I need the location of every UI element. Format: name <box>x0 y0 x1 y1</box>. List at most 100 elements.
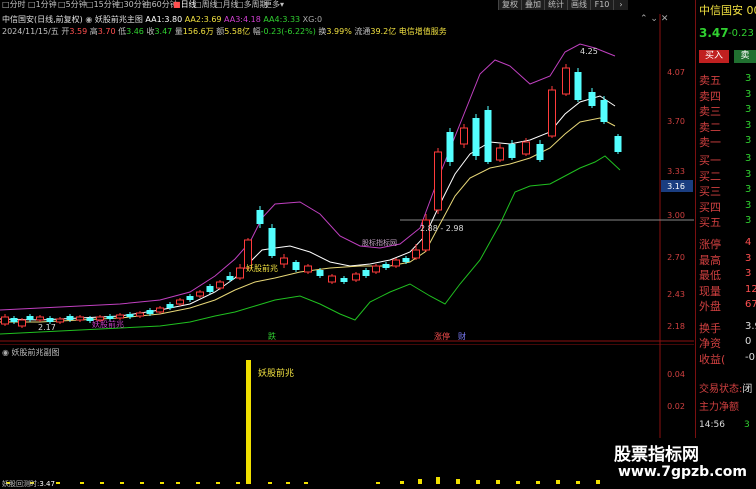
candle-body[interactable] <box>76 316 84 321</box>
candle-body[interactable] <box>36 316 44 321</box>
candle-body[interactable] <box>600 100 608 122</box>
candle-body[interactable] <box>522 141 530 155</box>
candle-body[interactable] <box>196 291 204 297</box>
candle-body[interactable] <box>536 144 544 160</box>
ask-1-value: 3 <box>745 135 752 146</box>
period-toolbar: □分时 □1分钟 □5分钟 □15分钟 □30分钟 □60分钟 ■日线 □周线 … <box>0 0 694 10</box>
candle-body[interactable] <box>574 72 582 100</box>
volume-subchart[interactable]: 0.04 0.02 妖股前兆 <box>0 344 694 487</box>
signal-bar <box>476 480 480 484</box>
bid-1-label: 买一 <box>699 154 721 167</box>
price-tick: 3.70 <box>667 117 685 126</box>
candle-body[interactable] <box>268 228 276 256</box>
signal-bar <box>536 481 540 484</box>
candle-body[interactable] <box>136 312 144 317</box>
current-price-tag-text: 3.16 <box>667 182 685 191</box>
candle-body[interactable] <box>1 316 9 325</box>
signal-bar <box>56 482 60 484</box>
candle-body[interactable] <box>496 147 504 161</box>
signal-label: 妖股前兆 <box>92 319 124 329</box>
signal-bar <box>436 477 440 484</box>
stat-5-label: 换手 <box>699 321 721 335</box>
tab-1min[interactable]: □1分钟 <box>28 0 57 10</box>
tab-15min[interactable]: □15分钟 <box>86 0 120 10</box>
bid-5-label: 买五 <box>699 216 721 229</box>
candle-body[interactable] <box>402 258 410 262</box>
candle-body[interactable] <box>206 286 214 292</box>
signal-bar <box>268 482 272 484</box>
signal-bar <box>418 479 422 484</box>
candle-body[interactable] <box>156 307 164 313</box>
candle-body[interactable] <box>166 304 174 308</box>
candle-body[interactable] <box>256 210 264 224</box>
candle-body[interactable] <box>446 132 454 162</box>
candle-body[interactable] <box>614 136 622 152</box>
candle-body[interactable] <box>372 265 380 273</box>
candle-body[interactable] <box>562 67 570 95</box>
overlay-button[interactable]: 叠加 <box>521 0 544 10</box>
signal-bar <box>160 482 164 484</box>
event-mark-die[interactable]: 跌 <box>268 331 276 341</box>
checkbox-icon: □ <box>144 0 152 9</box>
tab-5min[interactable]: □5分钟 <box>58 0 87 10</box>
draw-line-button[interactable]: 画线 <box>567 0 590 10</box>
candle-body[interactable] <box>46 318 54 322</box>
signal-bar <box>556 480 560 484</box>
buy-button[interactable]: 买入 <box>699 50 729 63</box>
candle-body[interactable] <box>304 265 312 273</box>
signal-bar <box>176 482 180 484</box>
chevron-right-icon: › <box>619 0 623 9</box>
candle-body[interactable] <box>382 264 390 268</box>
candle-body[interactable] <box>176 299 184 305</box>
candle-body[interactable] <box>216 281 224 289</box>
tab-more[interactable]: 更多▾ <box>264 0 284 10</box>
sell-button[interactable]: 卖 <box>734 50 756 63</box>
candle-body[interactable] <box>66 316 74 320</box>
signal-bar <box>304 482 308 484</box>
candle-body[interactable] <box>508 144 516 158</box>
candle-body[interactable] <box>226 276 234 280</box>
subchart-tick: 0.02 <box>667 402 685 411</box>
checkbox-icon: □ <box>236 0 244 9</box>
candle-body[interactable] <box>10 318 18 322</box>
tab-multi-period[interactable]: □多周期 <box>236 0 268 10</box>
candle-body[interactable] <box>126 314 134 317</box>
signal-bar <box>100 482 104 484</box>
candle-body[interactable] <box>548 89 556 137</box>
statistics-button[interactable]: 统计 <box>544 0 567 10</box>
ask-1-label: 卖一 <box>699 136 721 149</box>
candle-body[interactable] <box>26 316 34 320</box>
fuquan-button[interactable]: 复权 <box>498 0 521 10</box>
candle-body[interactable] <box>146 310 154 314</box>
candle-body[interactable] <box>280 257 288 265</box>
signal-bar <box>496 480 500 484</box>
candle-body[interactable] <box>106 316 114 319</box>
candle-body[interactable] <box>56 318 64 323</box>
candlestick-chart[interactable]: 4.07 3.70 3.33 3.00 2.70 2.43 2.18 3.16 … <box>0 14 694 344</box>
peak-label: 4.25 <box>580 47 598 56</box>
tab-fenshi[interactable]: □分时 <box>2 0 26 10</box>
candle-body[interactable] <box>412 249 420 259</box>
candle-body[interactable] <box>186 296 194 300</box>
candle-body[interactable] <box>328 275 336 283</box>
candle-body[interactable] <box>116 314 124 319</box>
stat-6-label: 净资 <box>699 337 721 350</box>
candle-body[interactable] <box>434 151 442 211</box>
candle-body[interactable] <box>588 92 596 106</box>
candle-body[interactable] <box>472 118 480 156</box>
candle-body[interactable] <box>236 267 244 279</box>
candle-body[interactable] <box>460 127 468 145</box>
event-mark-cai[interactable]: 财 <box>458 331 466 341</box>
f10-button[interactable]: F10 <box>590 0 613 10</box>
candle-body[interactable] <box>362 270 370 276</box>
event-mark-zhangting[interactable]: 涨停 <box>434 331 450 341</box>
toolbar-extra-button[interactable]: › <box>613 0 628 10</box>
candle-body[interactable] <box>352 273 360 281</box>
candle-body[interactable] <box>18 319 26 327</box>
ask-3-label: 卖三 <box>699 105 721 118</box>
candle-body[interactable] <box>292 262 300 270</box>
candle-body[interactable] <box>392 259 400 267</box>
candle-body[interactable] <box>316 270 324 276</box>
candle-body[interactable] <box>484 110 492 162</box>
candle-body[interactable] <box>340 278 348 282</box>
